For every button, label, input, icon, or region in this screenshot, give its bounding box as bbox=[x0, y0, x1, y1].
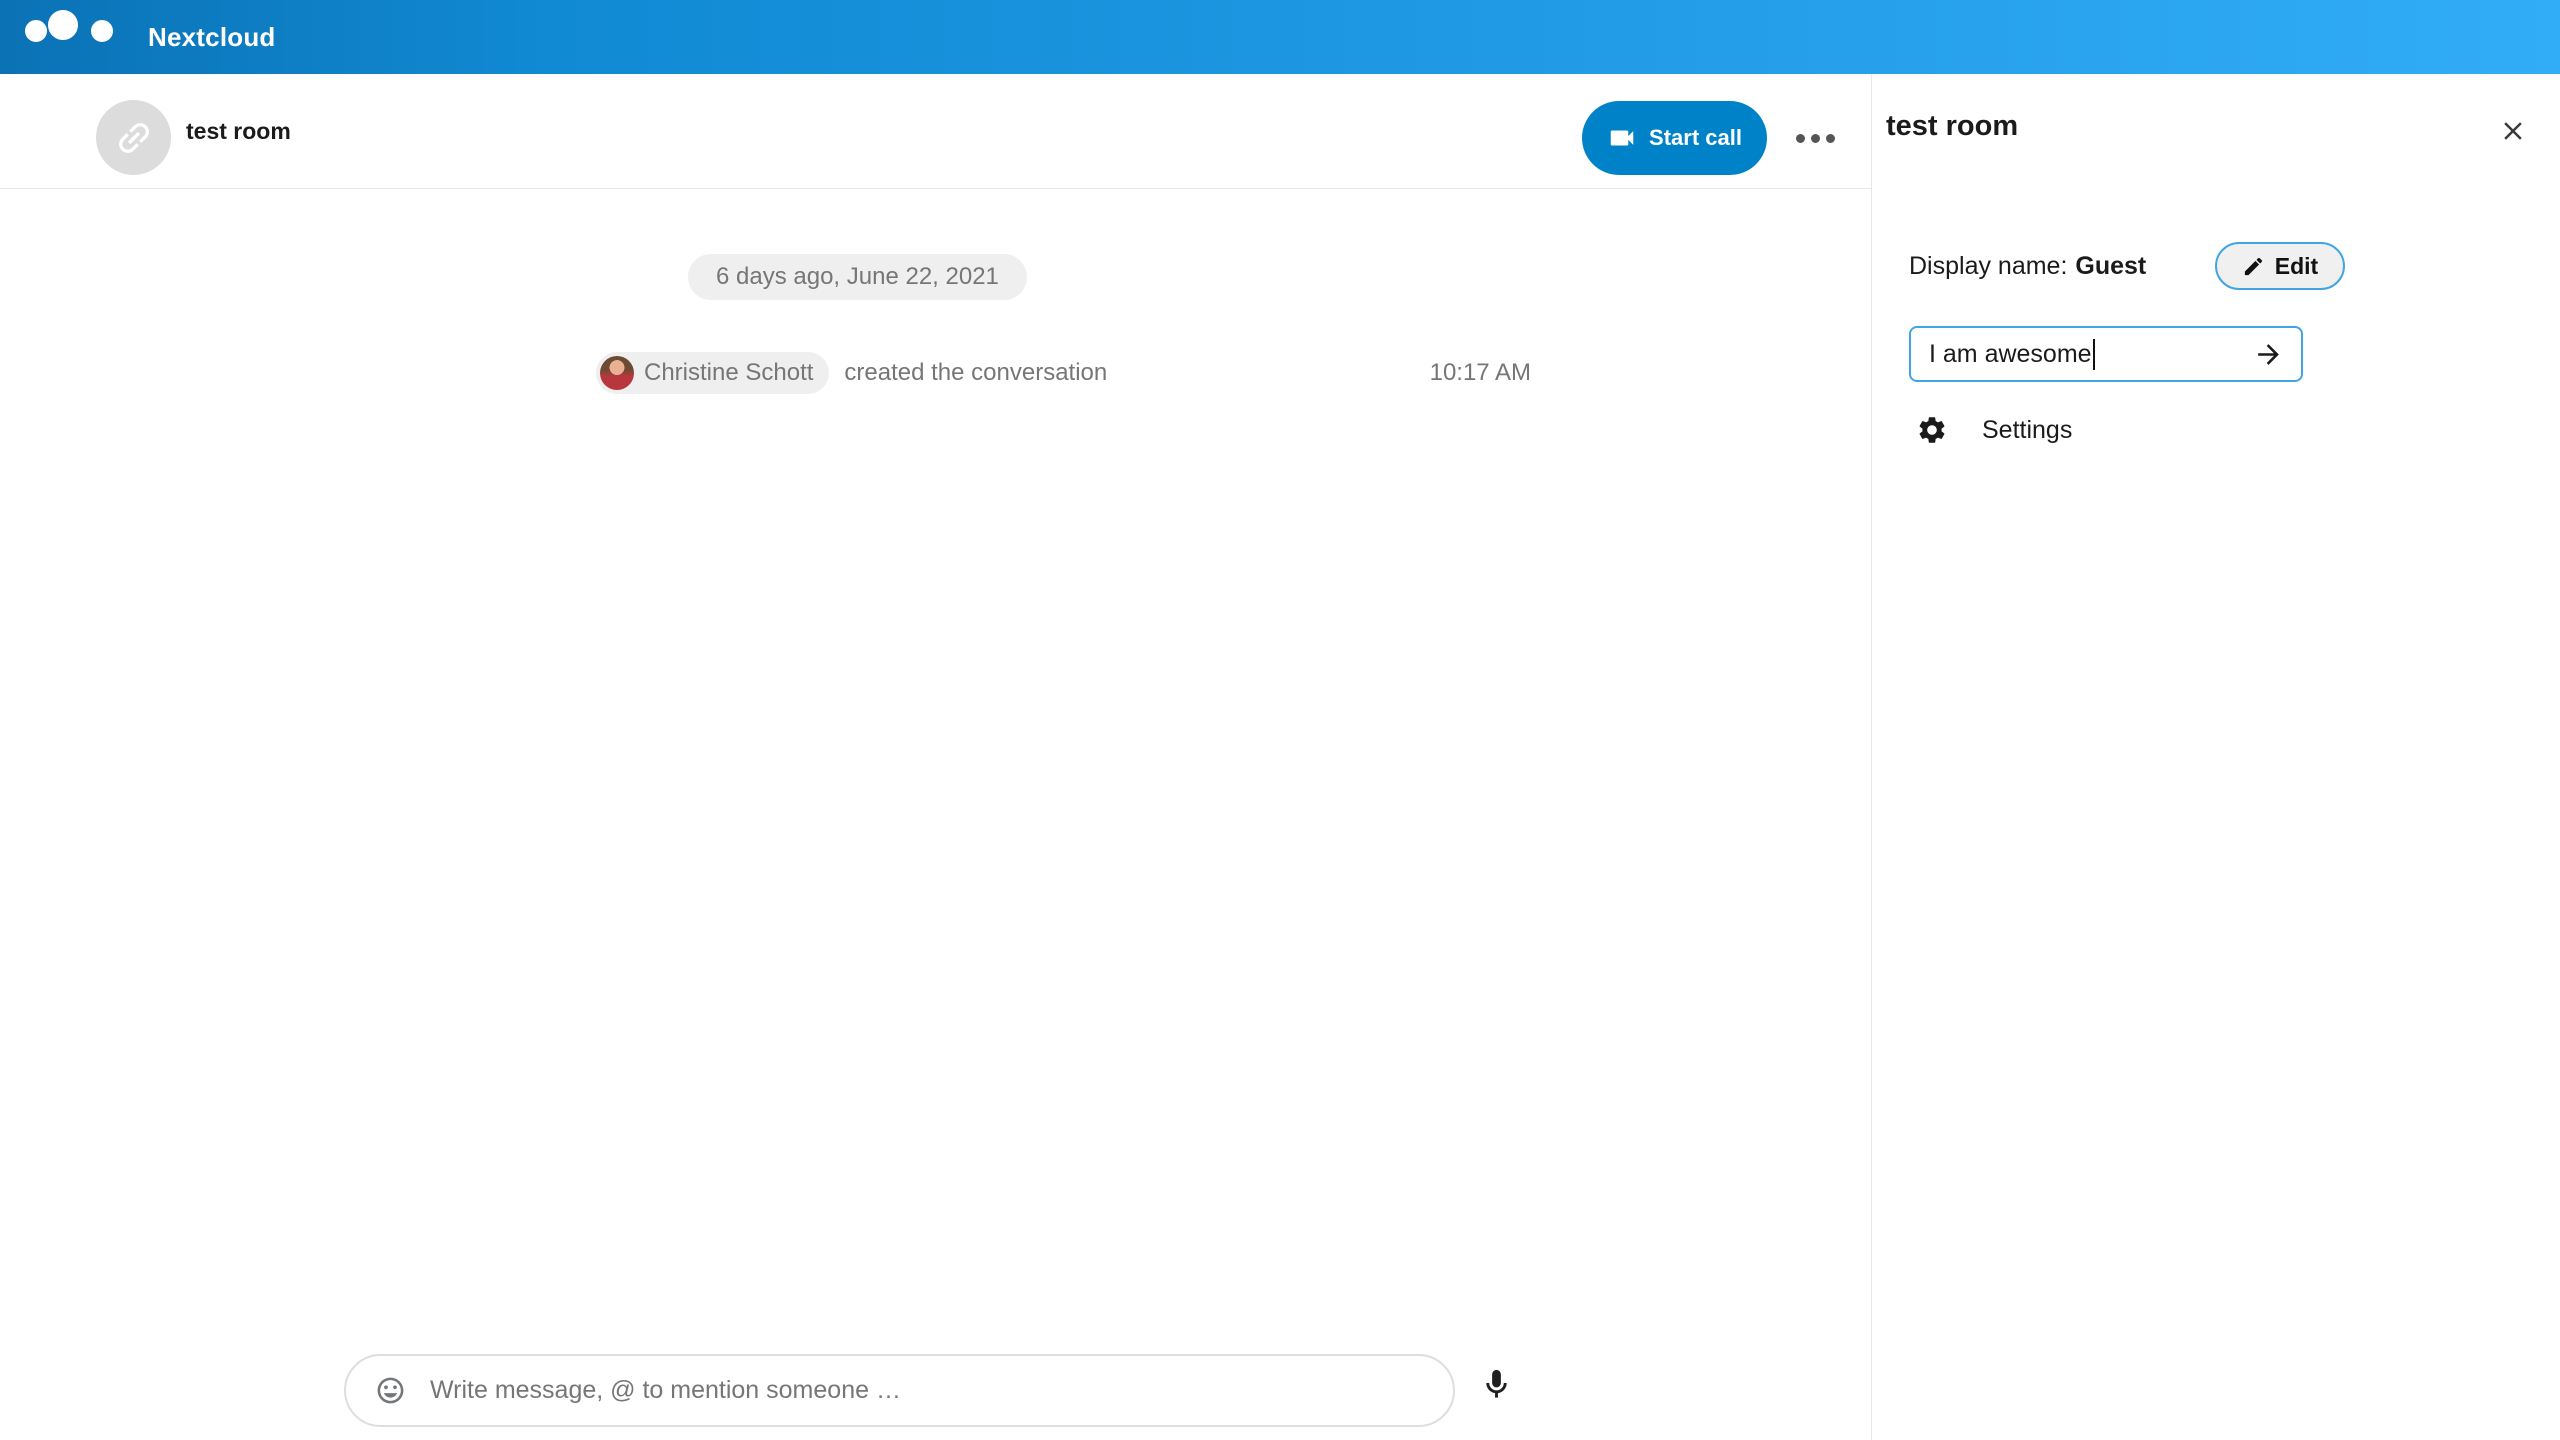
link-icon bbox=[118, 122, 149, 153]
display-name-row: Display name: Guest Edit bbox=[1909, 242, 2524, 290]
display-name-value: Guest bbox=[2075, 251, 2147, 280]
system-message-row: Christine Schott created the conversatio… bbox=[596, 352, 1531, 394]
display-name-label: Display name: bbox=[1909, 251, 2068, 280]
close-icon bbox=[2504, 122, 2522, 140]
date-separator: 6 days ago, June 22, 2021 bbox=[688, 254, 1027, 300]
app-title: Nextcloud bbox=[148, 21, 276, 52]
conversation-header: test room Start call bbox=[0, 74, 1871, 189]
message-composer bbox=[344, 1354, 1455, 1427]
smiley-icon bbox=[377, 1377, 403, 1404]
conversation-avatar bbox=[96, 100, 171, 175]
submit-display-name-button[interactable] bbox=[2249, 335, 2287, 373]
nextcloud-talk-app: Nextcloud test room Start call 6 days ag… bbox=[0, 0, 2560, 1440]
ellipsis-icon bbox=[1810, 133, 1820, 143]
more-options-button[interactable] bbox=[1791, 116, 1839, 160]
voice-record-button[interactable] bbox=[1472, 1360, 1520, 1408]
user-avatar bbox=[600, 356, 634, 390]
videocam-icon bbox=[1610, 130, 1634, 146]
close-sidebar-button[interactable] bbox=[2489, 107, 2537, 155]
ellipsis-icon bbox=[1795, 133, 1805, 143]
display-name-input-value: I am awesome bbox=[1929, 339, 2092, 368]
start-call-button[interactable]: Start call bbox=[1582, 101, 1767, 175]
chat-view: test room Start call 6 days ago, June 22… bbox=[0, 74, 1871, 1440]
ellipsis-icon bbox=[1825, 133, 1835, 143]
emoji-picker-button[interactable] bbox=[372, 1373, 408, 1409]
conversation-title: test room bbox=[186, 118, 291, 144]
top-bar: Nextcloud bbox=[0, 0, 2560, 74]
arrow-right-icon bbox=[2257, 343, 2279, 365]
message-author-pill: Christine Schott bbox=[596, 352, 830, 394]
edit-button-label: Edit bbox=[2274, 252, 2319, 279]
gear-icon bbox=[1919, 417, 1945, 443]
logo-circle bbox=[25, 20, 47, 42]
message-input[interactable] bbox=[430, 1376, 1423, 1405]
text-caret bbox=[2092, 338, 2095, 370]
conversation-sidebar: test room Display name: Guest Edit I am … bbox=[1871, 74, 2560, 1440]
settings-label: Settings bbox=[1982, 415, 2073, 444]
nextcloud-logo-icon[interactable] bbox=[25, 0, 125, 74]
system-message-text: created the conversation bbox=[844, 359, 1108, 386]
edit-display-name-button[interactable]: Edit bbox=[2215, 242, 2345, 290]
sidebar-title: test room bbox=[1886, 110, 2019, 142]
pencil-icon bbox=[2244, 257, 2262, 275]
logo-circle bbox=[91, 20, 113, 42]
microphone-icon bbox=[1485, 1369, 1507, 1398]
logo-circle bbox=[48, 10, 78, 40]
sidebar-item-settings[interactable]: Settings bbox=[1909, 410, 2072, 450]
message-timestamp: 10:17 AM bbox=[1429, 359, 1531, 386]
message-author: Christine Schott bbox=[644, 359, 814, 386]
display-name-input[interactable]: I am awesome bbox=[1909, 326, 2303, 382]
start-call-label: Start call bbox=[1649, 125, 1742, 150]
